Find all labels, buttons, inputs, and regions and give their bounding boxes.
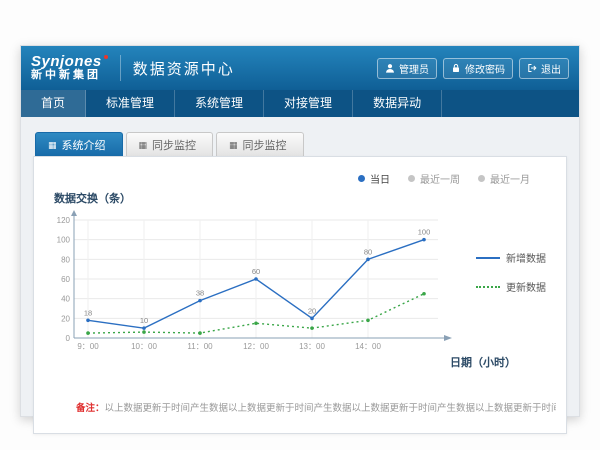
svg-text:14：00: 14：00	[355, 342, 381, 351]
person-icon	[385, 63, 395, 73]
svg-text:100: 100	[418, 228, 431, 237]
series-legend: 新增数据 更新数据	[476, 250, 546, 294]
admin-user-button[interactable]: 管理员	[377, 58, 437, 79]
time-filter-legend: 当日 最近一周 最近一月	[44, 167, 556, 186]
line-chart: 0 20 40 60 80 100 120 9：00 10：00 11：00 12：00 13：00 1…	[44, 208, 474, 360]
chart-panel: 当日 最近一周 最近一月 数据交换（条） 0 20 40 60 80 100 120 9：00…	[33, 156, 567, 434]
svg-text:9：00: 9：00	[77, 342, 99, 351]
tab-system-intro[interactable]: ▦ 系统介绍	[35, 132, 123, 157]
legend-update-data[interactable]: 更新数据	[476, 279, 546, 294]
filter-today[interactable]: 当日	[358, 171, 390, 186]
svg-text:10：00: 10：00	[131, 342, 157, 351]
nav-item-home[interactable]: 首页	[21, 90, 86, 117]
line-sample-icon	[476, 286, 500, 288]
logout-icon	[527, 63, 537, 73]
brand-logo-en: Synjones	[31, 54, 108, 70]
footnote-label: 备注：	[76, 403, 105, 414]
tab-bar: ▦ 系统介绍 ▦ 同步监控 ▦ 同步监控	[33, 131, 567, 156]
brand-logo: Synjones 新中新集团	[31, 54, 108, 81]
logout-button[interactable]: 退出	[519, 58, 569, 79]
app-window: Synjones 新中新集团 数据资源中心 管理员 修改密码 退出 首页 标准管…	[20, 45, 580, 417]
svg-text:20: 20	[308, 306, 316, 315]
svg-text:40: 40	[61, 295, 70, 304]
chart-row: 0 20 40 60 80 100 120 9：00 10：00 11：00 12：00 13：00 1…	[44, 208, 556, 360]
svg-text:60: 60	[252, 267, 260, 276]
svg-text:38: 38	[196, 289, 204, 298]
grid-icon: ▦	[139, 141, 148, 150]
filter-label: 最近一月	[490, 171, 530, 186]
tab-label: 系统介绍	[62, 137, 106, 153]
admin-user-label: 管理员	[399, 61, 429, 76]
nav-item-data-change[interactable]: 数据异动	[353, 90, 442, 117]
legend-dot-icon	[408, 175, 415, 182]
change-password-button[interactable]: 修改密码	[443, 58, 513, 79]
y-axis-title: 数据交换（条）	[54, 190, 556, 206]
tab-sync-monitor-1[interactable]: ▦ 同步监控	[126, 132, 214, 157]
filter-label: 当日	[370, 171, 390, 186]
logout-label: 退出	[541, 61, 561, 76]
svg-text:10: 10	[140, 316, 148, 325]
header-divider	[120, 55, 121, 81]
main-nav: 首页 标准管理 系统管理 对接管理 数据异动	[21, 90, 579, 117]
svg-text:100: 100	[57, 236, 71, 245]
footnote: 备注：以上数据更新于时间产生数据以上数据更新于时间产生数据以上数据更新于时间产生…	[44, 400, 556, 414]
user-area: 管理员 修改密码 退出	[377, 58, 569, 79]
filter-last-week[interactable]: 最近一周	[408, 171, 460, 186]
tab-label: 同步监控	[243, 137, 287, 153]
legend-label: 新增数据	[506, 250, 546, 265]
filter-last-month[interactable]: 最近一月	[478, 171, 530, 186]
svg-text:13：00: 13：00	[299, 342, 325, 351]
legend-dot-icon	[478, 175, 485, 182]
nav-item-standard-mgmt[interactable]: 标准管理	[86, 90, 175, 117]
svg-text:80: 80	[364, 247, 372, 256]
svg-text:0: 0	[66, 334, 71, 343]
svg-text:20: 20	[61, 314, 70, 323]
nav-item-system-mgmt[interactable]: 系统管理	[175, 90, 264, 117]
grid-icon: ▦	[229, 141, 238, 150]
lock-icon	[451, 63, 461, 73]
footnote-text: 以上数据更新于时间产生数据以上数据更新于时间产生数据以上数据更新于时间产生数据以…	[105, 403, 556, 414]
svg-text:12：00: 12：00	[243, 342, 269, 351]
svg-text:60: 60	[61, 275, 70, 284]
svg-text:18: 18	[84, 308, 92, 317]
content-area: ▦ 系统介绍 ▦ 同步监控 ▦ 同步监控 当日 最近一周	[21, 117, 579, 444]
grid-icon: ▦	[48, 141, 57, 150]
tab-label: 同步监控	[152, 137, 196, 153]
change-password-label: 修改密码	[465, 61, 505, 76]
top-header: Synjones 新中新集团 数据资源中心 管理员 修改密码 退出	[21, 46, 579, 90]
legend-new-data[interactable]: 新增数据	[476, 250, 546, 265]
svg-text:11：00: 11：00	[187, 342, 213, 351]
page-title: 数据资源中心	[133, 58, 235, 79]
tab-sync-monitor-2[interactable]: ▦ 同步监控	[216, 132, 304, 157]
svg-text:80: 80	[61, 255, 70, 264]
legend-dot-icon	[358, 175, 365, 182]
legend-label: 更新数据	[506, 279, 546, 294]
svg-text:120: 120	[57, 216, 71, 225]
nav-item-connect-mgmt[interactable]: 对接管理	[264, 90, 353, 117]
brand-red-dot-icon	[104, 55, 108, 59]
filter-label: 最近一周	[420, 171, 460, 186]
brand-logo-cn: 新中新集团	[31, 70, 108, 82]
line-sample-icon	[476, 257, 500, 259]
